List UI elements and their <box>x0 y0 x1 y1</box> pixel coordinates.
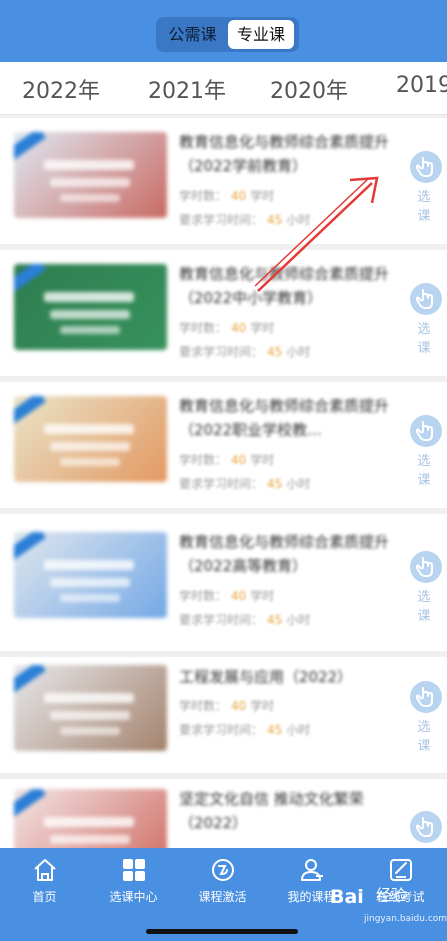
select-course-button[interactable]: 选 课 <box>407 283 445 356</box>
tap-hand-icon <box>410 681 442 713</box>
select-course-button[interactable]: 选 课 <box>407 151 445 224</box>
tab-home-label: 首页 <box>32 890 57 904</box>
tap-hand-icon <box>410 283 442 315</box>
tab-course-center-label: 选课中心 <box>109 890 158 904</box>
watermark-url: jingyan.baidu.com <box>364 914 447 924</box>
course-required-time: 要求学习时间： 45 小时 <box>179 723 311 737</box>
grid-icon <box>89 856 178 884</box>
year-tab-2022[interactable]: 2022年 <box>22 73 100 105</box>
year-tabs: 2022年 2021年 2020年 2019 <box>0 62 447 115</box>
top-header: 公需课 专业课 <box>0 0 447 62</box>
select-course-button[interactable] <box>407 811 445 843</box>
course-type-segmented-control: 公需课 专业课 <box>156 17 299 52</box>
course-required-time: 要求学习时间： 45 小时 <box>179 213 311 227</box>
course-hours: 学时数： 40 学时 <box>179 699 275 713</box>
course-card[interactable]: 教育信息化与教师综合素质提升（2022高等教育） 学时数： 40 学时 要求学习时间… <box>0 514 447 651</box>
course-title: 教育信息化与教师综合素质提升（2022中小学教育） <box>179 265 390 307</box>
course-hours: 学时数： 40 学时 <box>179 321 275 335</box>
year-tab-2019[interactable]: 2019 <box>396 73 447 98</box>
select-course-button[interactable]: 选 课 <box>407 415 445 488</box>
exam-icon <box>356 856 445 884</box>
course-thumbnail <box>14 396 167 482</box>
tap-hand-icon <box>410 415 442 447</box>
course-hours: 学时数： 40 学时 <box>179 589 275 603</box>
year-tab-2021[interactable]: 2021年 <box>148 73 226 105</box>
select-course-label: 选 课 <box>417 720 435 754</box>
course-title: 工程发展与应用（2022） <box>179 668 353 686</box>
tab-course-activation-label: 课程激活 <box>198 890 247 904</box>
select-course-label: 选 课 <box>417 322 435 356</box>
select-course-label: 选 课 <box>417 190 435 224</box>
tab-course-activation[interactable]: 课程激活 <box>178 856 267 905</box>
course-thumbnail <box>14 532 167 618</box>
tap-hand-icon <box>410 811 442 843</box>
select-course-label: 选 课 <box>417 590 435 624</box>
baidu-jingyan-watermark: Bai 经验 jingyan.baidu.com <box>330 884 447 930</box>
course-title: 坚定文化自信 推动文化繁荣（2022） <box>179 790 364 832</box>
select-course-button[interactable]: 选 课 <box>407 551 445 624</box>
tab-course-center[interactable]: 选课中心 <box>89 856 178 905</box>
course-thumbnail <box>14 264 167 350</box>
course-card[interactable]: 教育信息化与教师综合素质提升（2022中小学教育） 学时数： 40 学时 要求学习时… <box>0 250 447 376</box>
home-indicator <box>146 929 298 934</box>
year-tab-2020[interactable]: 2020年 <box>270 73 348 105</box>
course-card[interactable]: 坚定文化自信 推动文化繁荣（2022） <box>0 779 447 848</box>
course-required-time: 要求学习时间： 45 小时 <box>179 613 311 627</box>
course-list: 教育信息化与教师综合素质提升（2022学前教育） 学时数： 40 学时 要求学习时间… <box>0 115 447 848</box>
course-title: 教育信息化与教师综合素质提升（2022职业学校教... <box>179 397 390 439</box>
course-thumbnail <box>14 132 167 218</box>
select-course-label: 选 课 <box>417 454 435 488</box>
user-icon <box>267 856 356 884</box>
course-card[interactable]: 教育信息化与教师综合素质提升（2022学前教育） 学时数： 40 学时 要求学习时间… <box>0 118 447 244</box>
tap-hand-icon <box>410 151 442 183</box>
home-icon <box>0 856 89 884</box>
course-hours: 学时数： 40 学时 <box>179 453 275 467</box>
watermark-brand-suffix: 经验 <box>376 886 407 904</box>
course-thumbnail <box>14 665 167 751</box>
course-title: 教育信息化与教师综合素质提升（2022高等教育） <box>179 533 390 575</box>
watermark-brand: Bai <box>330 886 364 908</box>
course-card[interactable]: 工程发展与应用（2022） 学时数： 40 学时 要求学习时间： 45 小时 选 课 <box>0 657 447 773</box>
tab-professional-courses[interactable]: 专业课 <box>228 20 294 49</box>
activate-icon <box>178 856 267 884</box>
course-required-time: 要求学习时间： 45 小时 <box>179 477 311 491</box>
course-required-time: 要求学习时间： 45 小时 <box>179 345 311 359</box>
course-hours: 学时数： 40 学时 <box>179 189 275 203</box>
tap-hand-icon <box>410 551 442 583</box>
course-card[interactable]: 教育信息化与教师综合素质提升（2022职业学校教... 学时数： 40 学时 要求学… <box>0 382 447 508</box>
select-course-button[interactable]: 选 课 <box>407 681 445 754</box>
tab-home[interactable]: 首页 <box>0 856 89 905</box>
course-title: 教育信息化与教师综合素质提升（2022学前教育） <box>179 133 390 175</box>
course-thumbnail <box>14 789 167 848</box>
tab-public-courses[interactable]: 公需课 <box>160 20 225 49</box>
